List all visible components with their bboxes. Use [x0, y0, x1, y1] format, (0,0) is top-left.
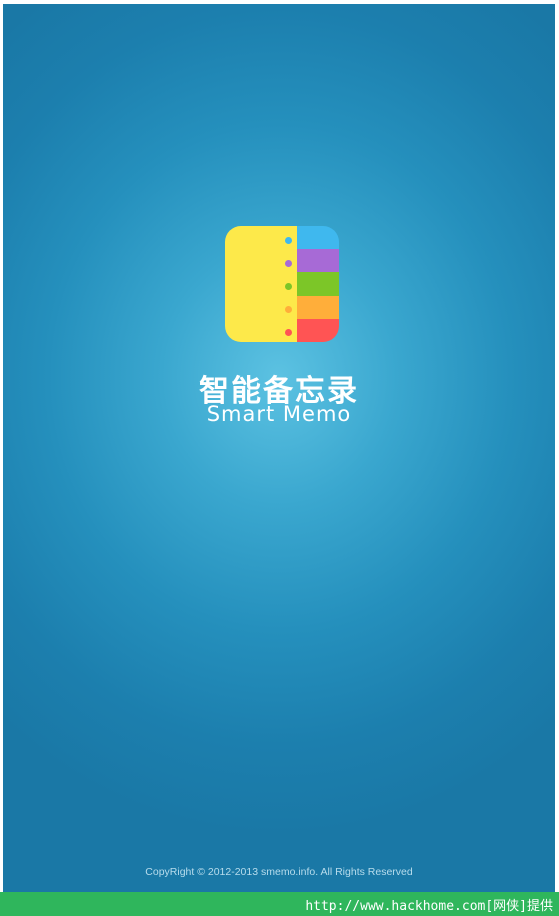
watermark-text: http://www.hackhome.com[网侠]提供: [305, 899, 553, 914]
splash-screen: 智能备忘录 Smart Memo CopyRight © 2012-2013 s…: [3, 4, 555, 892]
app-title-english: Smart Memo: [206, 402, 352, 426]
logo-dot-green: [285, 283, 292, 290]
logo-stripe-blue: [297, 226, 339, 250]
logo-color-tabs: [297, 226, 339, 342]
logo-dot-red: [285, 329, 292, 336]
logo-dot-orange: [285, 306, 292, 313]
logo-stripe-orange: [297, 295, 339, 319]
logo-dot-purple: [285, 260, 292, 267]
screenshot-frame: 智能备忘录 Smart Memo CopyRight © 2012-2013 s…: [0, 0, 559, 916]
logo-stripe-green: [297, 272, 339, 296]
logo-dot-blue: [285, 237, 292, 244]
copyright-text: CopyRight © 2012-2013 smemo.info. All Ri…: [145, 866, 413, 878]
watermark-bar: http://www.hackhome.com[网侠]提供: [0, 892, 559, 916]
logo-stripe-purple: [297, 249, 339, 273]
app-logo: [225, 226, 339, 342]
logo-stripe-red: [297, 318, 339, 342]
